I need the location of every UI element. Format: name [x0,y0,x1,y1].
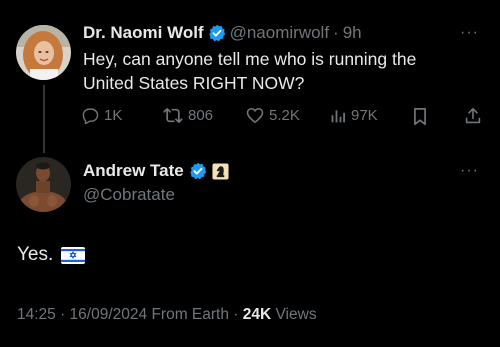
views-label: Views [275,306,317,323]
retweet-icon [163,107,183,124]
share-icon[interactable] [465,107,481,130]
like-button[interactable]: 5.2K [246,107,300,124]
bookmark-icon[interactable] [413,108,427,130]
views-count: 97K [351,107,378,124]
author-handle[interactable]: @Cobratate [83,185,175,205]
tweet-text-line-2: United States RIGHT NOW? [83,73,305,93]
heart-icon [246,107,264,124]
views-count: 24K [242,306,272,323]
tweet-timestamp[interactable]: 14:25 · 16/09/2024 From Earth · [17,306,238,323]
like-count: 5.2K [269,107,300,124]
thread-connector-line [43,85,45,153]
tweet-text: Hey, can anyone tell me who is running t… [83,47,493,95]
tweet-time[interactable]: 9h [343,23,362,43]
retweet-count: 806 [188,107,214,124]
tweet-text-line-1: Hey, can anyone tell me who is running t… [83,49,417,69]
separator-dot: · [333,23,339,42]
naomi-wolf-avatar[interactable] [16,25,71,80]
views-button[interactable]: 97K [330,107,378,124]
verified-badge-icon [208,24,226,42]
more-options-icon[interactable]: ··· [460,162,479,180]
comment-icon [82,107,99,124]
tweet-timestamp-row: 14:25 · 16/09/2024 From Earth · 24K View… [17,306,317,324]
author-name[interactable]: Dr. Naomi Wolf [83,23,204,43]
retweet-button[interactable]: 806 [163,107,213,124]
andrew-tate-avatar[interactable] [16,157,71,212]
chess-knight-icon[interactable] [212,162,229,180]
reply-button[interactable]: 1K [82,107,122,124]
author-handle[interactable]: @naomirwolf [230,23,329,43]
verified-badge-icon [189,162,207,180]
more-options-icon[interactable]: ··· [460,24,479,42]
reply-count: 1K [104,107,123,124]
author-name[interactable]: Andrew Tate [83,161,184,181]
bar-chart-icon [330,108,346,124]
tweet-text: Yes. [17,244,54,265]
israel-flag-icon [61,246,86,264]
